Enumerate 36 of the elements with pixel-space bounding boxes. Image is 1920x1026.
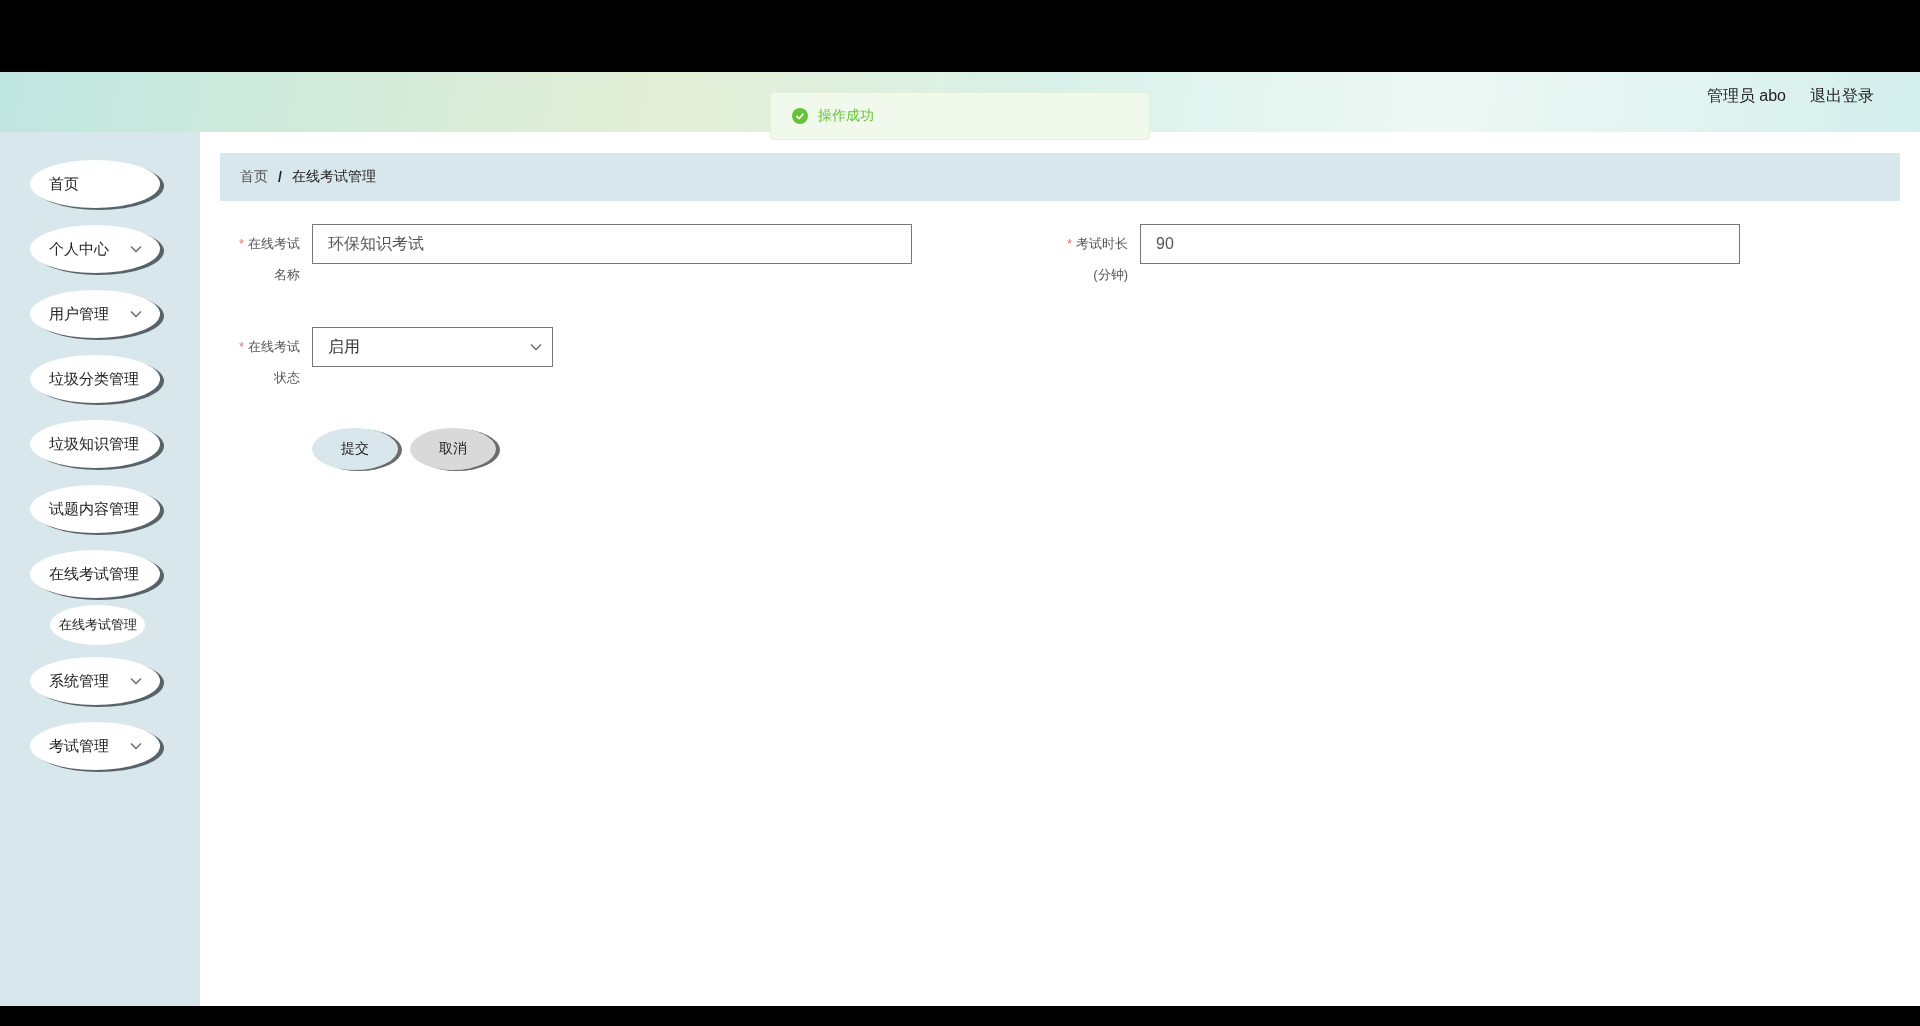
breadcrumb-item: 在线考试管理	[291, 168, 376, 186]
field-label: * 在线考试	[238, 235, 300, 253]
menu-item[interactable]: 系统管理	[30, 657, 160, 705]
required-mark: *	[238, 339, 244, 354]
field-label: * 在线考试	[238, 338, 300, 356]
menu-item[interactable]: 个人中心	[30, 225, 160, 273]
chevron-down-icon	[130, 677, 142, 685]
breadcrumb-item[interactable]: 首页	[240, 168, 268, 186]
menu-item[interactable]: 考试管理	[30, 722, 160, 770]
check-circle-icon	[792, 108, 808, 124]
chevron-down-icon	[130, 245, 142, 253]
menu-item[interactable]: 试题内容管理	[30, 485, 160, 533]
required-mark: *	[238, 236, 244, 251]
chevron-down-icon	[130, 742, 142, 750]
field-label: (分钟)	[1093, 266, 1128, 284]
menu-item[interactable]: 垃圾分类管理	[30, 355, 160, 403]
menu-item[interactable]: 在线考试管理	[30, 550, 160, 598]
submit-button[interactable]: 提交	[312, 428, 398, 470]
user-name: 管理员 abo	[1706, 85, 1786, 106]
select-field[interactable]: 启用	[312, 327, 553, 367]
text-input[interactable]: 90	[1140, 224, 1740, 264]
menu-item[interactable]: 用户管理	[30, 290, 160, 338]
text-input[interactable]: 环保知识考试	[312, 224, 912, 264]
logout-link[interactable]: 退出登录	[1810, 85, 1874, 107]
chevron-down-icon	[530, 343, 542, 351]
breadcrumb-separator: /	[278, 169, 282, 185]
menu-item[interactable]: 垃圾知识管理	[30, 420, 160, 468]
menu-item[interactable]: 首页	[30, 160, 160, 208]
cancel-button[interactable]: 取消	[410, 428, 496, 470]
field-label: 状态	[274, 369, 300, 387]
submenu-item[interactable]: 在线考试管理	[50, 605, 145, 645]
toast-message: 操作成功	[818, 107, 874, 125]
field-label: * 考试时长	[1066, 235, 1128, 253]
required-mark: *	[1066, 236, 1072, 251]
field-label: 名称	[274, 266, 300, 284]
chevron-down-icon	[130, 310, 142, 318]
